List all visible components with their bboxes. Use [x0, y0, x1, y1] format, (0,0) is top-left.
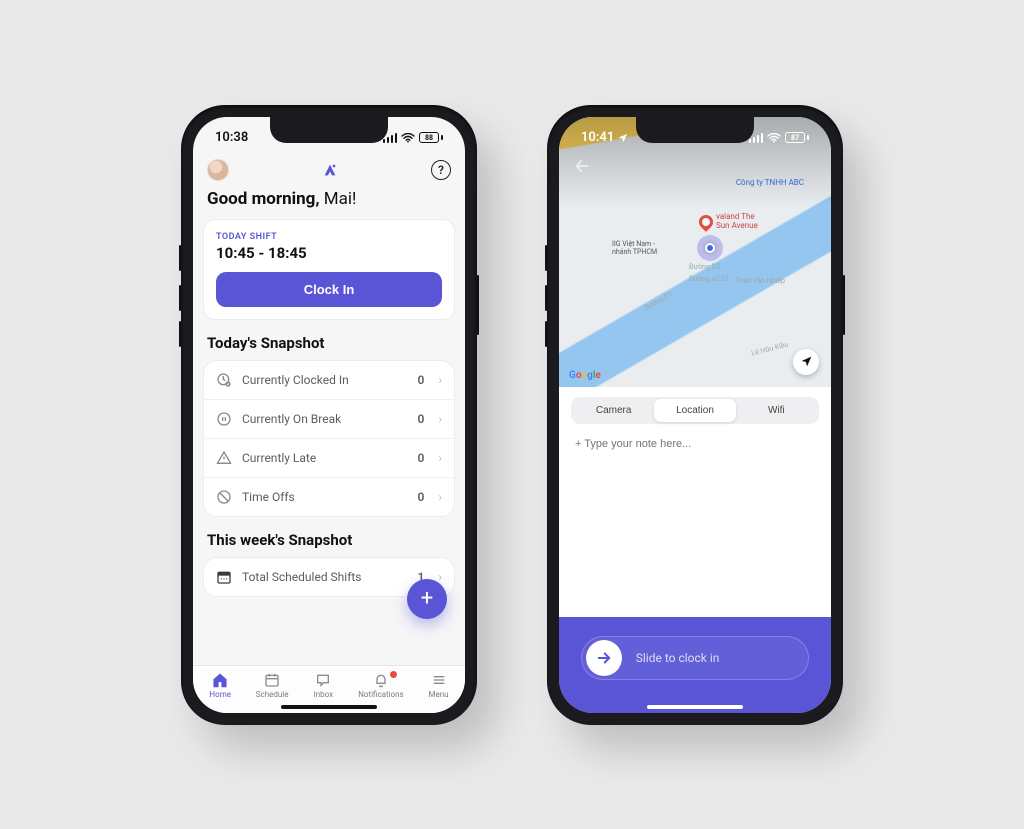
today-shift-label: TODAY SHIFT [216, 232, 442, 242]
today-shift-time: 10:45 - 18:45 [216, 244, 442, 262]
notifications-badge [389, 670, 398, 679]
greeting-name: Mai! [320, 189, 357, 209]
battery-level: 88 [425, 134, 433, 142]
add-fab[interactable]: + [407, 579, 447, 619]
bell-icon [371, 672, 391, 688]
content-scroll[interactable]: TODAY SHIFT 10:45 - 18:45 Clock In Today… [193, 219, 465, 713]
slider-panel: Slide to clock in [559, 617, 831, 713]
home-screen: 10:38 88 ? Good morning, Mai! [193, 117, 465, 713]
status-time: 10:38 [215, 130, 248, 145]
phone-mock-left: 10:38 88 ? Good morning, Mai! [181, 105, 477, 725]
row-label: Total Scheduled Shifts [242, 570, 408, 584]
chevron-right-icon: › [438, 570, 442, 584]
home-indicator[interactable] [281, 705, 377, 709]
today-snapshot-title: Today's Snapshot [193, 320, 465, 360]
note-input[interactable] [575, 438, 815, 450]
row-value: 0 [418, 412, 425, 426]
tab-notifications[interactable]: Notifications [358, 672, 403, 699]
tab-label: Inbox [314, 690, 334, 699]
home-indicator[interactable] [647, 705, 743, 709]
tab-label: Schedule [256, 690, 289, 699]
tab-inbox[interactable]: Inbox [313, 672, 333, 699]
battery-icon: 88 [419, 132, 443, 143]
tab-schedule[interactable]: Schedule [256, 672, 289, 699]
slider-label: Slide to clock in [636, 651, 720, 665]
greeting: Good morning, Mai! [193, 185, 465, 219]
chevron-right-icon: › [438, 412, 442, 426]
segment-camera[interactable]: Camera [573, 399, 654, 422]
chevron-right-icon: › [438, 451, 442, 465]
row-value: 0 [418, 490, 425, 504]
map-street-label: Đường D2 [689, 263, 720, 271]
row-label: Currently On Break [242, 412, 408, 426]
wifi-icon [401, 133, 415, 143]
tab-label: Home [209, 690, 231, 699]
avatar[interactable] [207, 159, 229, 181]
tab-label: Menu [429, 690, 449, 699]
tab-home[interactable]: Home [209, 672, 231, 699]
tab-menu[interactable]: Menu [429, 672, 449, 699]
battery-level: 87 [791, 134, 799, 142]
google-logo: Google [569, 370, 601, 381]
week-snapshot-title: This week's Snapshot [193, 517, 465, 557]
calendar-icon [216, 569, 232, 585]
clock-in-screen: 10:41 87 [559, 117, 831, 713]
phone-mock-right: 10:41 87 [547, 105, 843, 725]
warning-icon [216, 450, 232, 466]
row-value: 0 [418, 451, 425, 465]
home-icon [210, 672, 230, 688]
device-notch [270, 117, 388, 143]
row-time-offs[interactable]: Time Offs 0 › [204, 478, 454, 516]
segmented-control: Camera Location Wifi [559, 387, 831, 424]
slider-knob[interactable] [586, 640, 622, 676]
chat-icon [313, 672, 333, 688]
tab-label: Notifications [358, 690, 403, 699]
recenter-button[interactable] [793, 349, 819, 375]
menu-icon [429, 672, 449, 688]
device-notch [636, 117, 754, 143]
app-logo-icon [322, 162, 338, 178]
back-button[interactable] [573, 157, 591, 175]
row-label: Time Offs [242, 490, 408, 504]
today-snapshot-list: Currently Clocked In 0 › Currently On Br… [203, 360, 455, 517]
clock-check-icon [216, 372, 232, 388]
status-time: 10:41 [581, 130, 614, 145]
segment-location[interactable]: Location [654, 399, 735, 422]
chevron-right-icon: › [438, 373, 442, 387]
location-arrow-icon [618, 133, 628, 143]
map-view[interactable]: 10:41 87 [559, 117, 831, 387]
row-clocked-in[interactable]: Currently Clocked In 0 › [204, 361, 454, 400]
row-on-break[interactable]: Currently On Break 0 › [204, 400, 454, 439]
chevron-right-icon: › [438, 490, 442, 504]
map-poi-label: IIG Việt Nam - nhánh TPHCM [609, 239, 660, 257]
calendar-icon [262, 672, 282, 688]
segment-wifi[interactable]: Wifi [736, 399, 817, 422]
today-shift-card: TODAY SHIFT 10:45 - 18:45 Clock In [203, 219, 455, 320]
map-poi-label: Công ty TNHH ABC [733, 177, 807, 188]
block-icon [216, 489, 232, 505]
map-street-label: Đường số 52 [689, 275, 729, 283]
row-late[interactable]: Currently Late 0 › [204, 439, 454, 478]
battery-icon: 87 [785, 132, 809, 143]
map-poi-label: valand The Sun Avenue [713, 211, 761, 231]
wifi-icon [767, 133, 781, 143]
row-label: Currently Late [242, 451, 408, 465]
clock-in-button[interactable]: Clock In [216, 272, 442, 307]
map-street-label: Thân Văn Nhiếp [736, 277, 785, 285]
plus-icon: + [421, 586, 433, 611]
map-street-label: Đường D1 [643, 290, 674, 312]
slide-to-clock-in[interactable]: Slide to clock in [581, 636, 809, 680]
row-value: 0 [418, 373, 425, 387]
map-street-label: Lê Hữu Kiều [751, 340, 790, 357]
greeting-bold: Good morning, [207, 189, 320, 209]
current-location-dot [705, 243, 715, 253]
help-button[interactable]: ? [431, 160, 451, 180]
row-label: Currently Clocked In [242, 373, 408, 387]
pause-circle-icon [216, 411, 232, 427]
